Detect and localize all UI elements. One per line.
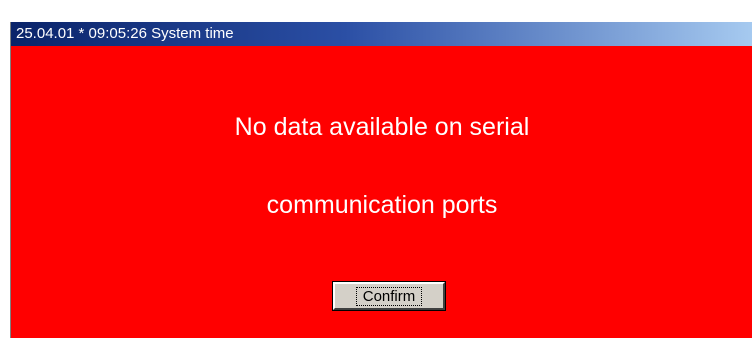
confirm-button-label: Confirm [355, 286, 423, 306]
alert-window: 25.04.01 * 09:05:26 System time No data … [10, 22, 752, 338]
confirm-button[interactable]: Confirm [332, 281, 446, 311]
title-bar[interactable]: 25.04.01 * 09:05:26 System time [11, 22, 752, 46]
message-line-1: No data available on serial [234, 113, 530, 141]
window-title: 25.04.01 * 09:05:26 System time [16, 25, 234, 42]
message-line-2: communication ports [266, 191, 498, 219]
